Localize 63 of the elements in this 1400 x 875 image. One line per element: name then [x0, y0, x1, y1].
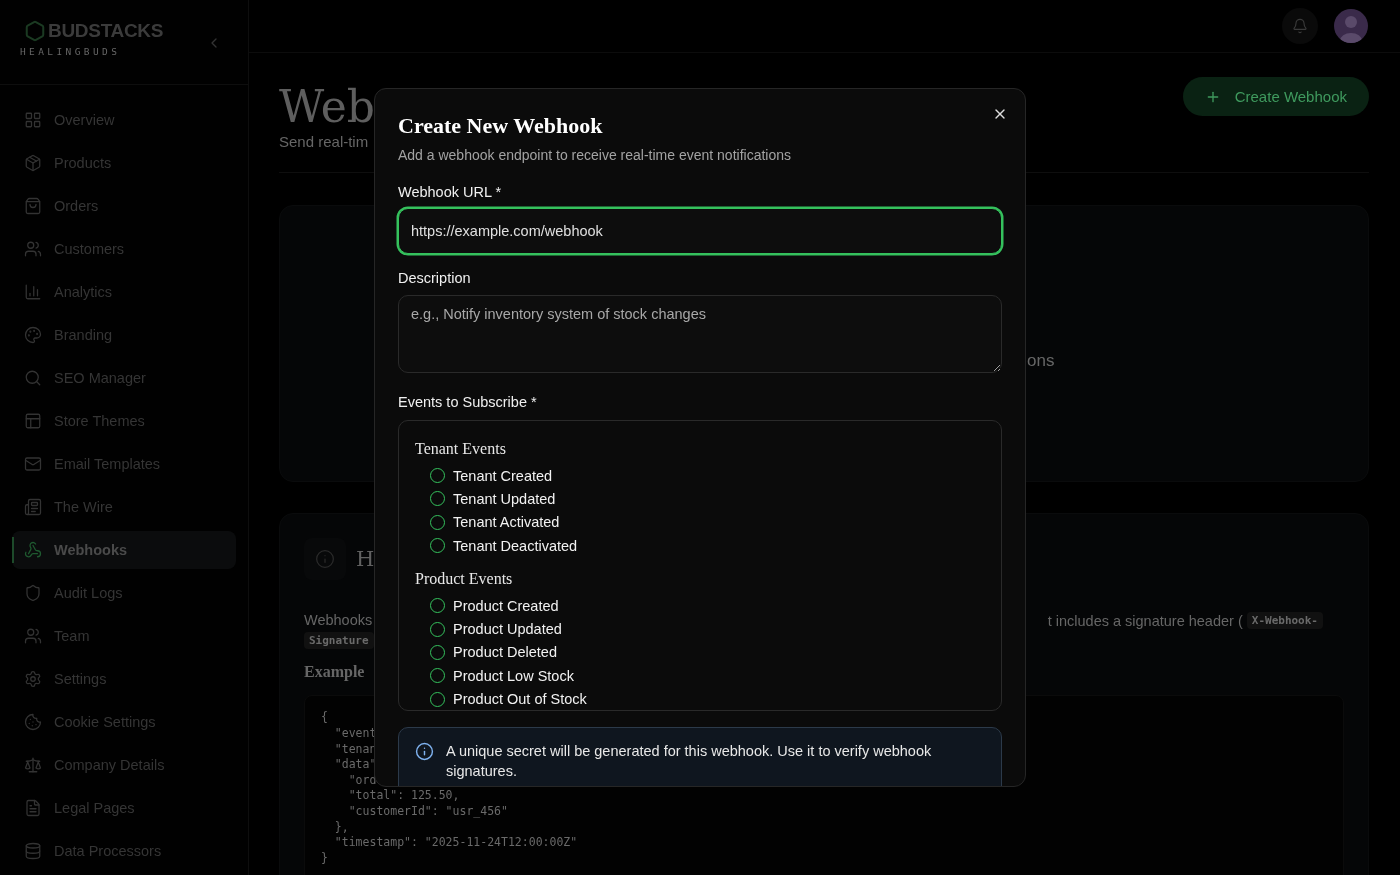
code-line: "timestamp": "2025-11-24T12:00:00Z"	[333, 835, 578, 851]
field-label: Events to Subscribe *	[398, 394, 538, 410]
settings-icon	[24, 670, 42, 688]
page-subtitle: Send real-tim	[279, 133, 370, 151]
description-field[interactable]: e.g., Notify inventory system of stock changes	[398, 295, 1002, 373]
event-label: Product Updated	[453, 621, 562, 638]
search-icon	[24, 369, 42, 387]
sidebar-item[interactable]: Webhooks	[12, 531, 236, 569]
example-heading: Example	[304, 663, 365, 682]
notice-text: A unique secret will be generated for this webhook. Use it to verify webhook signatures.	[446, 742, 933, 781]
palette-icon	[24, 326, 42, 344]
event-label: Product Out of Stock	[453, 691, 587, 707]
create-webhook-button[interactable]: Create Webhook	[1182, 77, 1369, 116]
logo: BUDSTACKS	[48, 20, 164, 42]
code-line: }	[321, 850, 328, 867]
bar-chart-icon	[24, 283, 42, 301]
empty-state-text: ons	[1027, 350, 1055, 371]
logo-icon	[24, 20, 46, 42]
help-text: Webhooks	[304, 612, 373, 630]
newspaper-icon	[24, 498, 42, 516]
bag-icon	[24, 197, 42, 215]
event-label: Tenant Created	[453, 467, 553, 484]
page-title: Web	[279, 83, 375, 132]
event-label: Tenant Updated	[453, 490, 556, 507]
tenant-name: HEALINGBUDS	[20, 46, 122, 57]
dialog-subtitle: Add a webhook endpoint to receive real-time event notifications	[398, 147, 792, 163]
code-line: "customerId": "usr_456"	[347, 803, 508, 820]
avatar[interactable]	[1334, 9, 1368, 43]
mail-icon	[24, 455, 42, 473]
code-line: },	[333, 819, 349, 836]
header-code: X-Webhook-	[1246, 612, 1323, 630]
url-field[interactable]: https://example.com/webhook	[398, 208, 1002, 254]
header-code: Signature	[304, 632, 374, 650]
code-line: "ord	[347, 772, 377, 789]
people-icon	[24, 627, 42, 645]
cookie-icon	[24, 713, 42, 731]
info-icon	[415, 742, 434, 761]
code-line: "data"	[333, 757, 377, 773]
code-line: {	[321, 710, 328, 726]
webhook-icon	[24, 541, 42, 559]
code-line: "event	[333, 726, 377, 742]
event-label: Product Deleted	[453, 644, 557, 661]
field-label: Description	[398, 270, 472, 286]
grid-icon	[24, 111, 42, 129]
event-label: Product Low Stock	[453, 667, 574, 684]
shield-icon	[24, 584, 42, 602]
layout-icon	[24, 412, 42, 430]
database-icon	[24, 842, 42, 860]
event-label: Tenant Deactivated	[453, 537, 578, 554]
document-icon	[24, 799, 42, 817]
box-icon	[24, 154, 42, 172]
group-title: Product Events	[415, 570, 514, 589]
scale-icon	[24, 756, 42, 774]
code-line: "total": 125.50,	[347, 788, 460, 804]
help-text: t includes a signature header (	[1047, 612, 1243, 629]
event-label: Tenant Activated	[453, 514, 560, 531]
help-heading: H	[356, 547, 375, 572]
bell-icon	[1292, 18, 1308, 34]
dialog-title: Create New Webhook	[398, 113, 604, 139]
field-label: Webhook URL *	[398, 184, 503, 200]
event-label: Product Created	[453, 597, 559, 614]
people-icon	[24, 240, 42, 258]
group-title: Tenant Events	[415, 440, 507, 458]
